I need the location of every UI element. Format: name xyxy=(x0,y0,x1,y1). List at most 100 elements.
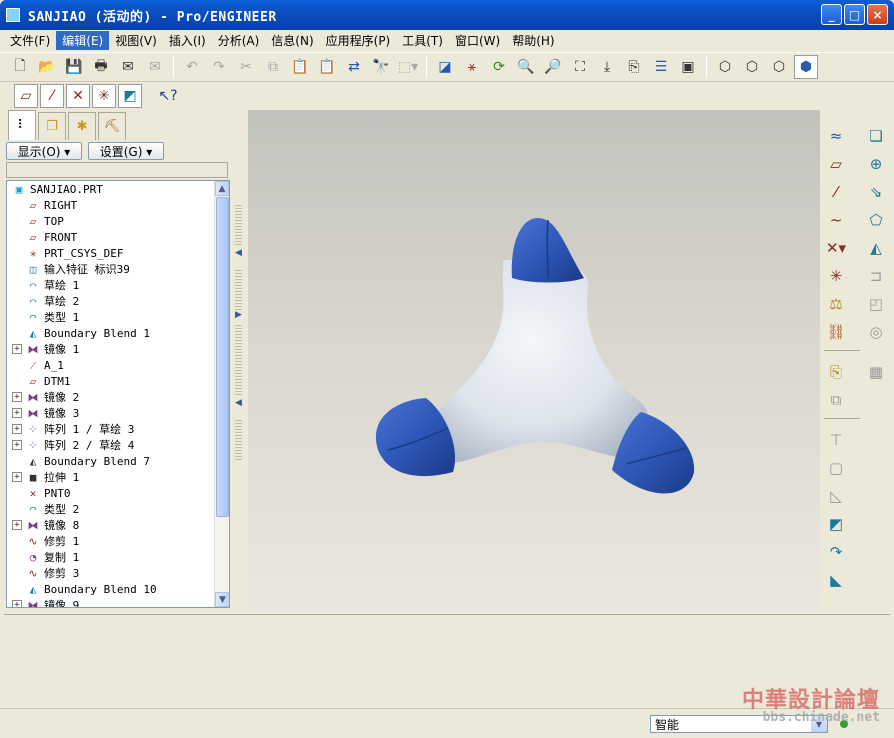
datum-point-icon[interactable]: ✕▾ xyxy=(824,236,848,260)
copy-icon[interactable]: ⧉ xyxy=(261,55,285,79)
menu-window[interactable]: 窗口(W) xyxy=(449,31,506,50)
datum-axis-display-icon[interactable]: ⁄ xyxy=(40,84,64,108)
settings-dropdown[interactable]: 设置(G) ▾ xyxy=(88,142,164,160)
regenerate-icon[interactable]: ⇄ xyxy=(342,55,366,79)
repaint-icon[interactable]: ◪ xyxy=(433,55,457,79)
hole-tool-icon[interactable]: ⊐ xyxy=(864,264,888,288)
reorient-icon[interactable]: ⤓ xyxy=(595,55,619,79)
offset-tool-icon[interactable]: ◣ xyxy=(824,568,848,592)
link-icon[interactable]: ⛓ xyxy=(824,320,848,344)
tree-item[interactable]: ✳ PRT_CSYS_DEF xyxy=(7,245,215,261)
menu-help[interactable]: 帮助(H) xyxy=(506,31,560,50)
tree-item[interactable]: ◭ Boundary Blend 10 xyxy=(7,581,215,597)
expand-icon[interactable]: + xyxy=(12,440,22,450)
print-icon[interactable]: 🖶 xyxy=(89,55,113,79)
sweep-tool-icon[interactable]: ⇘ xyxy=(864,180,888,204)
menu-info[interactable]: 信息(N) xyxy=(265,31,319,50)
datum-axis-icon[interactable]: ⁄ xyxy=(824,180,848,204)
tab-connections[interactable]: ⛏ xyxy=(98,112,126,140)
datum-plane-display-icon[interactable]: ▱ xyxy=(14,84,38,108)
expand-icon[interactable]: + xyxy=(12,392,22,402)
menu-analysis[interactable]: 分析(A) xyxy=(212,31,266,50)
paste-special-icon[interactable]: ⧉ xyxy=(824,388,848,412)
menu-applications[interactable]: 应用程序(P) xyxy=(320,31,397,50)
expand-icon[interactable]: + xyxy=(12,424,22,434)
menu-view[interactable]: 视图(V) xyxy=(109,31,163,50)
spin-center-icon[interactable]: ⚹ xyxy=(460,55,484,79)
collapse-left-icon[interactable]: ◀ xyxy=(235,248,242,258)
saved-views-icon[interactable]: ⎘ xyxy=(622,55,646,79)
tree-item[interactable]: ▱ DTM1 xyxy=(7,373,215,389)
scroll-up-icon[interactable]: ▲ xyxy=(215,181,229,196)
panel-splitter[interactable]: ◀ ▶ ◀ xyxy=(232,110,246,612)
open-folder-icon[interactable]: 📂 xyxy=(35,55,59,79)
show-dropdown[interactable]: 显示(O) ▾ xyxy=(6,142,82,160)
expand-icon[interactable]: + xyxy=(12,408,22,418)
scroll-thumb[interactable] xyxy=(216,197,229,517)
close-button[interactable]: × xyxy=(867,4,888,25)
tree-item[interactable]: + ⧓ 镜像 3 xyxy=(7,405,215,421)
maximize-button[interactable]: □ xyxy=(844,4,865,25)
tree-item[interactable]: ⁄ A_1 xyxy=(7,357,215,373)
swept-blend-icon[interactable]: ⬠ xyxy=(864,208,888,232)
collapse-left-icon[interactable]: ◀ xyxy=(235,398,242,408)
tree-scrollbar[interactable]: ▲ ▼ xyxy=(214,181,229,607)
analysis-feature-icon[interactable]: ⚖ xyxy=(824,292,848,316)
minimize-button[interactable]: _ xyxy=(821,4,842,25)
graphics-window[interactable] xyxy=(248,110,820,612)
tree-item[interactable]: ◠ 类型 2 xyxy=(7,501,215,517)
expand-right-icon[interactable]: ▶ xyxy=(235,310,242,320)
send-attachment-icon[interactable]: ✉ xyxy=(143,55,167,79)
tree-item[interactable]: + ⧓ 镜像 9 xyxy=(7,597,215,607)
pattern-tool-icon[interactable]: ▦ xyxy=(864,360,888,384)
tree-item[interactable]: + ■ 拉伸 1 xyxy=(7,469,215,485)
menu-edit[interactable]: 编辑(E) xyxy=(56,30,110,50)
boundary-blend-tool-icon[interactable]: ◭ xyxy=(864,236,888,260)
shading-icon[interactable]: ⬢ xyxy=(794,55,818,79)
datum-point-display-icon[interactable]: ✕ xyxy=(66,84,90,108)
tree-item[interactable]: + ⧓ 镜像 2 xyxy=(7,389,215,405)
tab-model-tree[interactable]: ⠇ xyxy=(8,110,36,140)
tree-item[interactable]: ◫ 输入特征 标识39 xyxy=(7,261,215,277)
tree-item[interactable]: + ⁘ 阵列 1 / 草绘 3 xyxy=(7,421,215,437)
tree-item[interactable]: ▣ SANJIAO.PRT xyxy=(7,181,215,197)
menu-tools[interactable]: 工具(T) xyxy=(396,31,449,50)
no-hidden-icon[interactable]: ⬡ xyxy=(767,55,791,79)
expand-icon[interactable]: + xyxy=(12,344,22,354)
context-help-icon[interactable]: ↖? xyxy=(156,84,180,108)
tree-item[interactable]: + ⁘ 阵列 2 / 草绘 4 xyxy=(7,437,215,453)
chamfer-tool-icon[interactable]: ↷ xyxy=(824,540,848,564)
trim-tool-icon[interactable]: ▢ xyxy=(824,456,848,480)
expand-icon[interactable]: + xyxy=(12,600,22,607)
tree-item[interactable]: ▱ TOP xyxy=(7,213,215,229)
find-icon[interactable]: 🔭 xyxy=(369,55,393,79)
csys-tool-icon[interactable]: ✳ xyxy=(824,264,848,288)
tab-folder-browser[interactable]: ❐ xyxy=(38,112,66,140)
datum-curve-icon[interactable]: ∼ xyxy=(824,208,848,232)
tree-item[interactable]: ◠ 类型 1 xyxy=(7,309,215,325)
tree-item[interactable]: ✕ PNT0 xyxy=(7,485,215,501)
orient-mode-icon[interactable]: ⟳ xyxy=(487,55,511,79)
hidden-line-icon[interactable]: ⬡ xyxy=(740,55,764,79)
new-file-icon[interactable]: 🗋 xyxy=(8,55,32,79)
zoom-in-icon[interactable]: 🔍 xyxy=(514,55,538,79)
paste-icon[interactable]: 📋 xyxy=(288,55,312,79)
tree-item[interactable]: ▱ FRONT xyxy=(7,229,215,245)
tree-item[interactable]: + ⧓ 镜像 8 xyxy=(7,517,215,533)
selection-box-icon[interactable]: ⬚▾ xyxy=(396,55,420,79)
tree-item[interactable]: ▱ RIGHT xyxy=(7,197,215,213)
rib-tool-icon[interactable]: ◎ xyxy=(864,320,888,344)
draft-tool-icon[interactable]: ◺ xyxy=(824,484,848,508)
cut-icon[interactable]: ✂ xyxy=(234,55,258,79)
tree-item[interactable]: ◭ Boundary Blend 7 xyxy=(7,453,215,469)
tree-item[interactable]: ⌒ 草绘 2 xyxy=(7,293,215,309)
tree-item[interactable]: ⌒ 草绘 1 xyxy=(7,277,215,293)
tab-favorites[interactable]: ✱ xyxy=(68,112,96,140)
refit-icon[interactable]: ⛶ xyxy=(568,55,592,79)
wireframe-icon[interactable]: ⬡ xyxy=(713,55,737,79)
tree-item[interactable]: ◭ Boundary Blend 1 xyxy=(7,325,215,341)
revolve-tool-icon[interactable]: ⊕ xyxy=(864,152,888,176)
scroll-down-icon[interactable]: ▼ xyxy=(215,592,229,607)
undo-icon[interactable]: ↶ xyxy=(180,55,204,79)
tree-item[interactable]: ∿ 修剪 1 xyxy=(7,533,215,549)
